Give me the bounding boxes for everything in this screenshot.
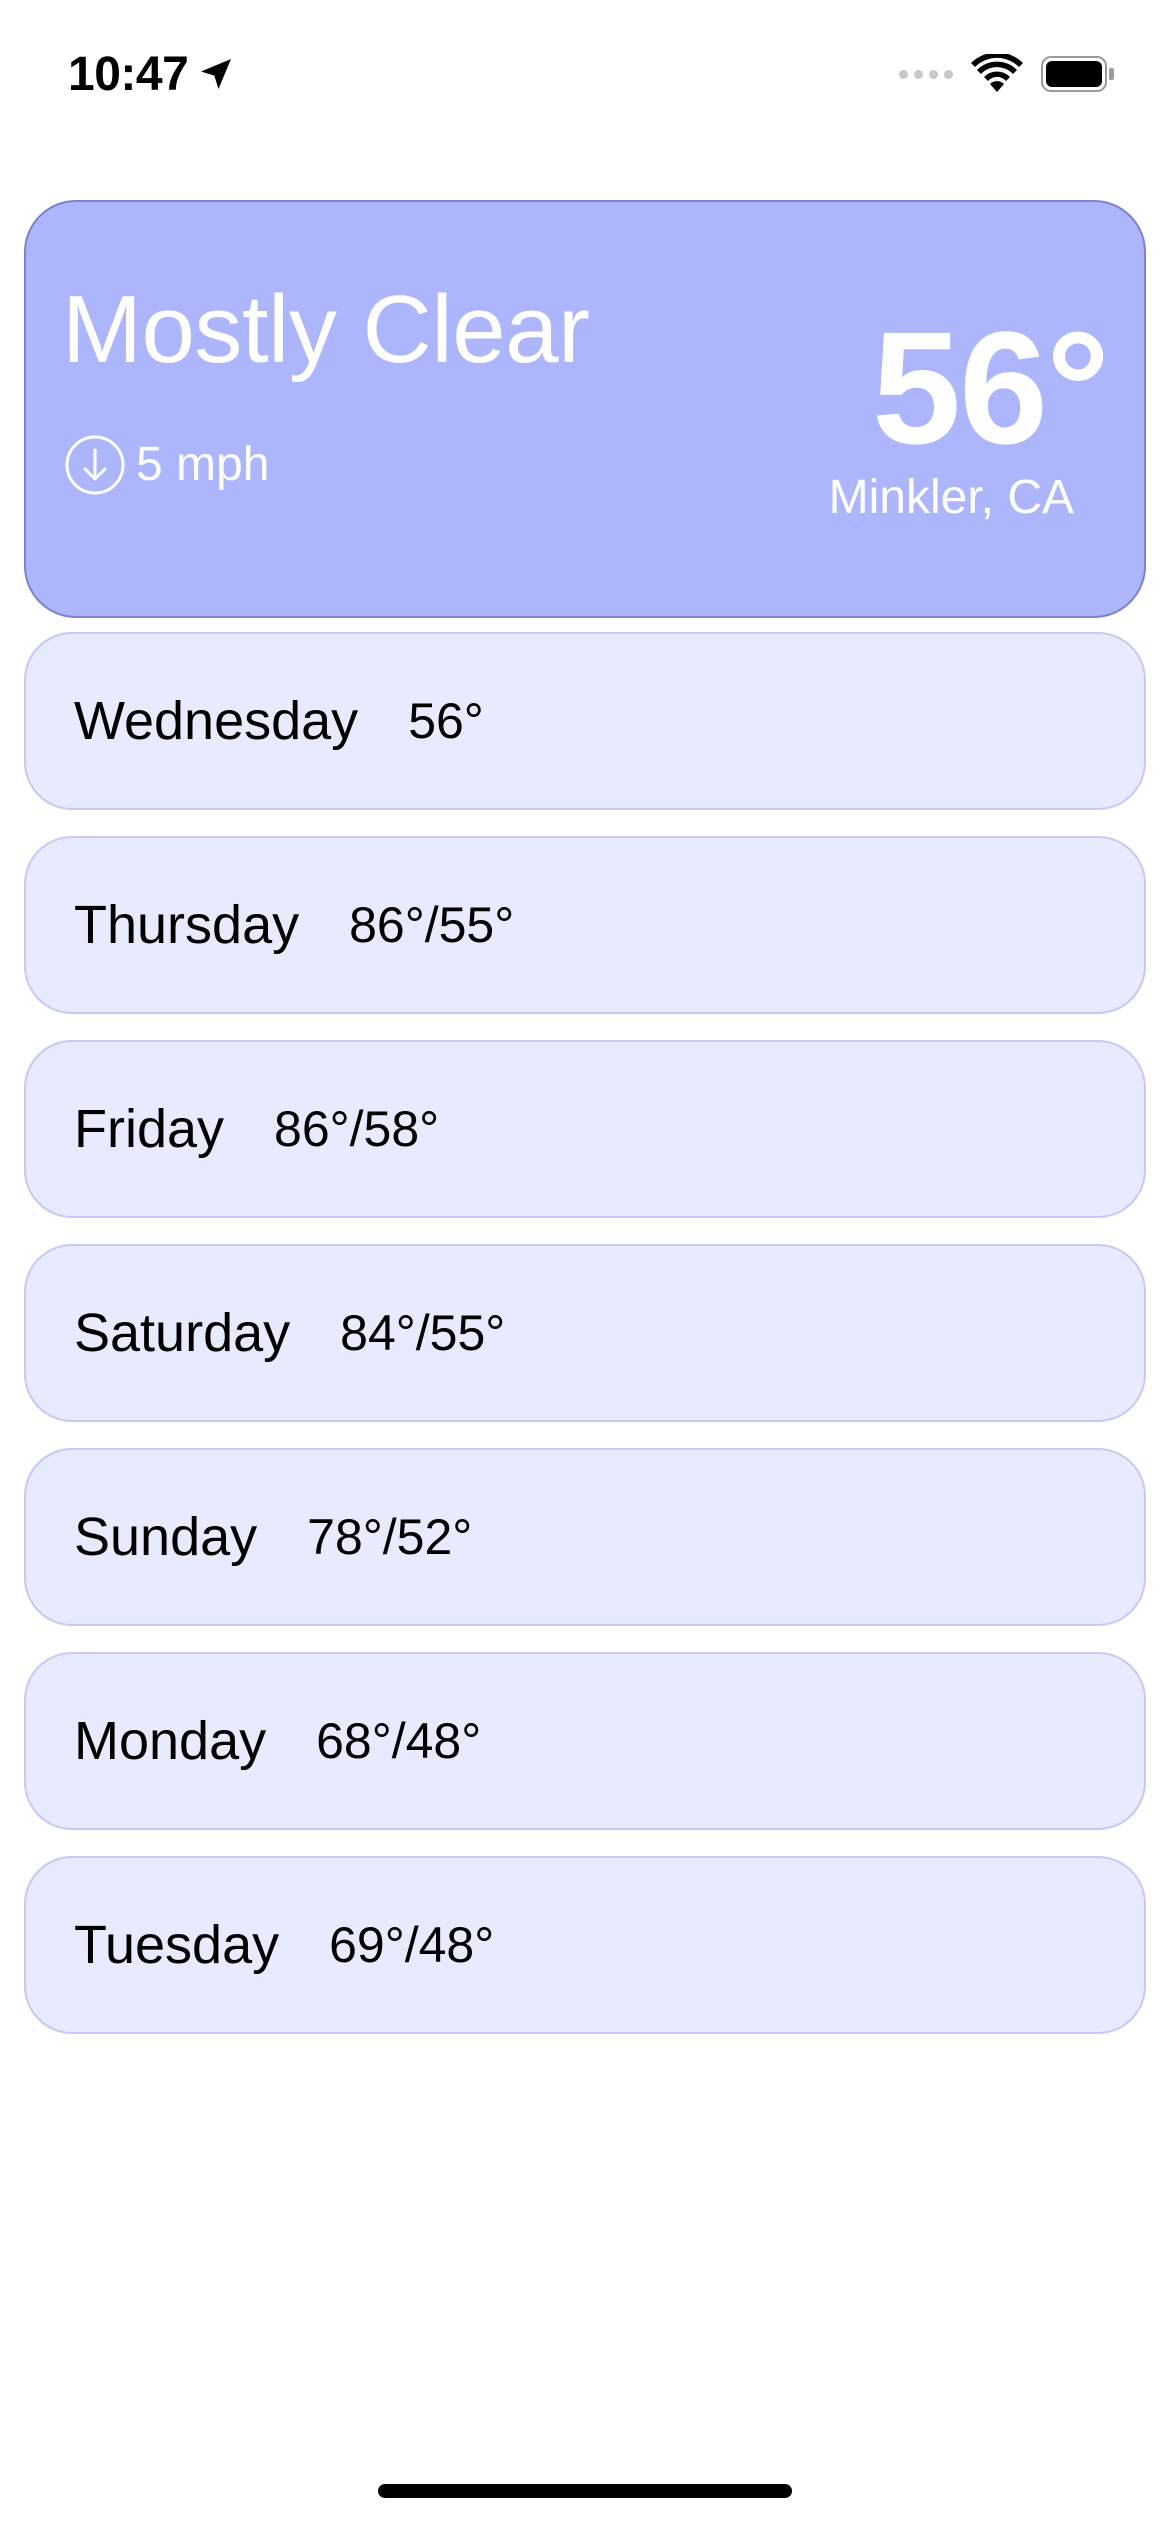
forecast-temp: 86°/58° (274, 1101, 440, 1157)
current-temperature: 56° (872, 298, 1110, 477)
wind-speed: 5 mph (136, 438, 270, 491)
wind-direction-icon (65, 435, 125, 495)
battery-icon (1041, 56, 1114, 92)
forecast-day: Wednesday (74, 691, 359, 751)
wifi-icon (971, 54, 1023, 92)
forecast-row-wednesday[interactable]: Wednesday 56° (24, 632, 1146, 810)
forecast-day: Friday (74, 1099, 225, 1159)
forecast-temp: 69°/48° (329, 1917, 495, 1973)
forecast-temp: 56° (408, 693, 484, 749)
home-indicator[interactable] (378, 2484, 792, 2498)
status-bar: 10:47 (0, 0, 1170, 140)
forecast-row-tuesday[interactable]: Tuesday 69°/48° (24, 1856, 1146, 2034)
location-arrow-icon (201, 59, 232, 89)
status-indicators (899, 52, 1115, 96)
forecast-day: Saturday (74, 1303, 291, 1363)
forecast-row-saturday[interactable]: Saturday 84°/55° (24, 1244, 1146, 1422)
forecast-day: Thursday (74, 895, 300, 955)
forecast-row-monday[interactable]: Monday 68°/48° (24, 1652, 1146, 1830)
status-time-group: 10:47 (68, 44, 236, 104)
forecast-day: Tuesday (74, 1915, 280, 1975)
current-weather-card: Mostly Clear 5 mph 56° Minkler, CA (24, 200, 1146, 618)
forecast-day: Sunday (74, 1507, 258, 1567)
forecast-row-thursday[interactable]: Thursday 86°/55° (24, 836, 1146, 1014)
location-label: Minkler, CA (828, 471, 1074, 524)
forecast-row-friday[interactable]: Friday 86°/58° (24, 1040, 1146, 1218)
cellular-signal-icon (899, 69, 953, 79)
forecast-list: Wednesday 56° Thursday 86°/55° Friday 86… (24, 632, 1146, 2060)
forecast-temp: 86°/55° (349, 897, 515, 953)
forecast-temp: 78°/52° (307, 1509, 473, 1565)
wind-info: 5 mph (64, 434, 269, 496)
forecast-temp: 68°/48° (316, 1713, 482, 1769)
status-time: 10:47 (68, 47, 189, 101)
forecast-row-sunday[interactable]: Sunday 78°/52° (24, 1448, 1146, 1626)
weather-condition: Mostly Clear (62, 276, 590, 383)
forecast-temp: 84°/55° (340, 1305, 506, 1361)
forecast-day: Monday (74, 1711, 267, 1771)
